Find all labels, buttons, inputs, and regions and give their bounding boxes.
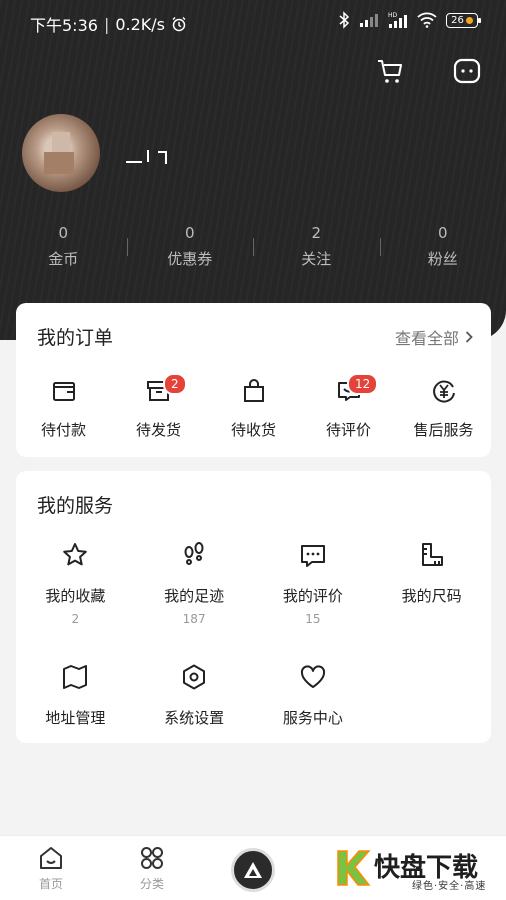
battery-icon: 26: [446, 12, 481, 28]
stat-coins[interactable]: 0 金币: [0, 224, 127, 269]
signal-hd-icon: HD: [388, 12, 407, 28]
map-icon: [63, 665, 88, 689]
service-my-reviews[interactable]: 我的评价 15: [254, 541, 373, 641]
stat-followers[interactable]: 0 粉丝: [379, 224, 506, 269]
username[interactable]: [124, 146, 168, 164]
star-icon: [63, 543, 88, 566]
watermark-k-icon: [337, 850, 371, 886]
chevron-right-icon: [465, 331, 473, 343]
service-favorites[interactable]: 我的收藏 2: [16, 541, 135, 641]
services-title: 我的服务: [37, 495, 114, 517]
order-pending-receipt[interactable]: 待收货: [206, 377, 301, 440]
review-badge: 12: [347, 373, 379, 395]
status-speed: 0.2K/s: [115, 14, 165, 34]
tab-home[interactable]: 首页: [21, 844, 81, 892]
orders-card: 我的订单 查看全部 待付款 2 待发货 待收货 12 待评价 售后服务: [16, 303, 491, 457]
orders-title: 我的订单: [37, 327, 114, 349]
cart-icon[interactable]: [375, 56, 405, 86]
wifi-icon: [417, 12, 437, 28]
stat-following[interactable]: 2 关注: [253, 224, 380, 269]
home-icon: [40, 847, 62, 869]
stat-coupons[interactable]: 0 优惠券: [126, 224, 254, 269]
service-settings[interactable]: 系统设置: [135, 663, 254, 763]
order-pending-review[interactable]: 12 待评价: [301, 373, 396, 440]
signal-icon: [360, 14, 378, 27]
alarm-icon: [172, 17, 186, 32]
view-all-orders-link[interactable]: 查看全部: [395, 325, 473, 349]
logo-icon: [244, 862, 262, 878]
svg-text:HD: HD: [388, 12, 398, 19]
settings-icon: [183, 664, 206, 690]
bag-icon: [243, 379, 264, 402]
stats-row: 0 金币 0 优惠券 2 关注 0 粉丝: [0, 224, 506, 269]
footprint-icon: [184, 542, 204, 565]
profile-header: 下午5:36 | 0.2K/s HD 26 0 金币 0 优惠券 2 关注 0 粉丝: [0, 0, 506, 340]
center-action-button[interactable]: [231, 848, 275, 892]
service-footprints[interactable]: 我的足迹 187: [135, 541, 254, 641]
wallet-icon: [52, 382, 75, 401]
category-icon: [141, 847, 163, 869]
order-after-sales[interactable]: 售后服务: [396, 377, 491, 440]
service-address[interactable]: 地址管理: [16, 663, 135, 763]
ruler-icon: [421, 543, 443, 566]
heart-icon: [300, 665, 325, 688]
order-pending-payment[interactable]: 待付款: [16, 377, 111, 440]
message-icon[interactable]: [452, 56, 482, 86]
tab-category[interactable]: 分类: [122, 844, 182, 892]
order-pending-shipment[interactable]: 2 待发货: [111, 373, 206, 440]
watermark-subtitle: 绿色·安全·高速: [412, 881, 487, 892]
status-time: 下午5:36: [30, 16, 98, 35]
battery-level: 26: [451, 14, 464, 26]
service-my-size[interactable]: 我的尺码: [372, 541, 491, 641]
refund-icon: [432, 380, 455, 403]
avatar[interactable]: [22, 114, 100, 192]
bluetooth-icon: [339, 11, 350, 29]
service-center[interactable]: 服务中心: [254, 663, 373, 763]
comment-icon: [300, 545, 325, 567]
services-card: 我的服务 我的收藏 2 我的足迹 187 我的评价 15 我的尺码 地址管理 系…: [16, 471, 491, 743]
status-bar: 下午5:36 | 0.2K/s HD 26: [0, 0, 506, 44]
shipment-badge: 2: [163, 373, 187, 395]
watermark-logo: 快盘下载 绿色·安全·高速: [334, 845, 506, 895]
